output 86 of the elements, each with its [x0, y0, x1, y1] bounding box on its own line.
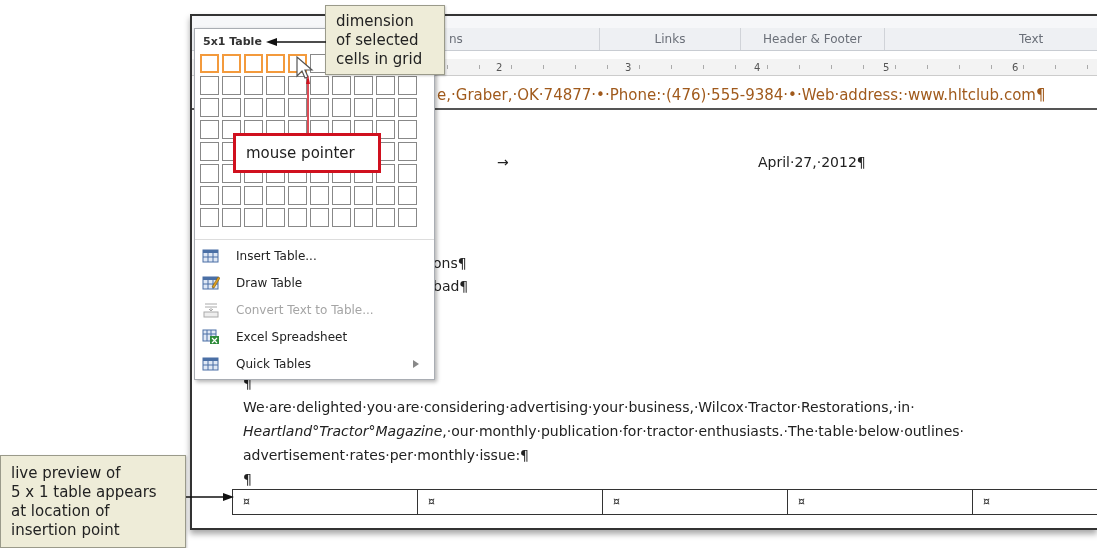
grid-cell[interactable] [200, 76, 219, 95]
grid-cell[interactable] [200, 186, 219, 205]
grid-cell[interactable] [222, 98, 241, 117]
spreadsheet-icon [202, 328, 220, 345]
callout-arrow [186, 492, 234, 502]
grid-cell[interactable] [288, 76, 307, 95]
menu-item[interactable]: Insert Table... [195, 242, 431, 269]
letterhead-text: e,·Graber,·OK·74877·•·Phone:·(476)·555-9384·•·Web·address:·www.hltclub.com¶ [437, 86, 1046, 104]
ruler-number: 4 [754, 61, 762, 73]
menu-item[interactable]: Excel Spreadsheet [195, 323, 431, 350]
table-pencil-icon [202, 274, 220, 291]
grid-cell[interactable] [200, 164, 219, 183]
grid-cell[interactable] [200, 54, 219, 73]
grid-cell[interactable] [266, 76, 285, 95]
ruler-number: 6 [1012, 61, 1020, 73]
callout-tooltip: mouse pointer [233, 133, 381, 173]
grid-cell[interactable] [310, 98, 329, 117]
table-cell: ¤ [603, 490, 788, 514]
callout-arrow [306, 75, 310, 133]
grid-cell[interactable] [398, 186, 417, 205]
grid-cell[interactable] [398, 208, 417, 227]
grid-cell[interactable] [376, 186, 395, 205]
grid-cell[interactable] [376, 76, 395, 95]
ruler-number: 2 [496, 61, 504, 73]
grid-cell[interactable] [288, 98, 307, 117]
grid-cell[interactable] [376, 208, 395, 227]
grid-cell[interactable] [310, 186, 329, 205]
grid-cell[interactable] [200, 98, 219, 117]
grid-cell[interactable] [244, 186, 263, 205]
grid-cell[interactable] [354, 208, 373, 227]
grid-cell[interactable] [222, 208, 241, 227]
grid-cell[interactable] [354, 76, 373, 95]
grid-dimension-label: 5x1 Table [202, 34, 262, 49]
grid-cell[interactable] [398, 98, 417, 117]
ruler-number: 3 [625, 61, 633, 73]
grid-cell[interactable] [376, 98, 395, 117]
callout-tooltip: dimension of selected cells in grid [325, 5, 445, 75]
table-cell: ¤ [233, 490, 418, 514]
callout-tooltip: live preview of 5 x 1 table appears at location of insertion point [0, 455, 186, 548]
grid-cell[interactable] [266, 186, 285, 205]
grid-cell[interactable] [332, 186, 351, 205]
table-cell: ¤ [973, 490, 1097, 514]
grid-cell[interactable] [244, 98, 263, 117]
ribbon-group-label: Text [1019, 32, 1044, 46]
ruler-number: 5 [883, 61, 891, 73]
table-cell: ¤ [788, 490, 973, 514]
body-paragraph: We·are·delighted·you·are·considering·advertising·your·business,·Wilcox·Tractor·Restorations,·in· Heartland°Tractor°Magazine,·our·monthly·publication·for·tractor·enthusiasts.·The·table·below·outlines· advertisement·rates·per·monthly·issue:¶ [243, 398, 966, 465]
grid-cell[interactable] [200, 120, 219, 139]
grid-cell[interactable] [244, 208, 263, 227]
grid-cell[interactable] [244, 54, 263, 73]
callout-arrow [266, 37, 326, 47]
table-icon [202, 301, 220, 318]
table-cell: ¤ [418, 490, 603, 514]
table-icon [202, 355, 220, 372]
grid-cell[interactable] [266, 208, 285, 227]
grid-cell[interactable] [354, 186, 373, 205]
table-icon [202, 247, 220, 264]
grid-cell[interactable] [266, 98, 285, 117]
grid-cell[interactable] [288, 208, 307, 227]
menu-item[interactable]: Quick Tables [195, 350, 431, 377]
grid-cell[interactable] [332, 76, 351, 95]
grid-cell[interactable] [244, 76, 263, 95]
grid-cell[interactable] [310, 76, 329, 95]
grid-cell[interactable] [288, 186, 307, 205]
grid-cell[interactable] [398, 120, 417, 139]
grid-cell[interactable] [266, 54, 285, 73]
paragraph-mark: ¶ [243, 471, 252, 487]
ribbon-group-label: Links [654, 32, 686, 46]
tab-mark: → [497, 154, 509, 170]
grid-cell[interactable] [332, 208, 351, 227]
menu-item[interactable]: Draw Table [195, 269, 431, 296]
grid-cell[interactable] [222, 186, 241, 205]
grid-cell[interactable] [222, 76, 241, 95]
ribbon-group-label: ns [449, 32, 463, 46]
date-text: April·27,·2012¶ [758, 154, 866, 170]
grid-cell[interactable] [354, 98, 373, 117]
grid-cell[interactable] [398, 164, 417, 183]
grid-cell[interactable] [376, 120, 395, 139]
grid-cell[interactable] [222, 54, 241, 73]
grid-cell[interactable] [200, 142, 219, 161]
grid-cell[interactable] [200, 208, 219, 227]
grid-cell[interactable] [398, 142, 417, 161]
ribbon-group-label: Header & Footer [763, 32, 862, 46]
grid-cell[interactable] [310, 208, 329, 227]
grid-cell[interactable] [332, 98, 351, 117]
grid-cell[interactable] [398, 76, 417, 95]
